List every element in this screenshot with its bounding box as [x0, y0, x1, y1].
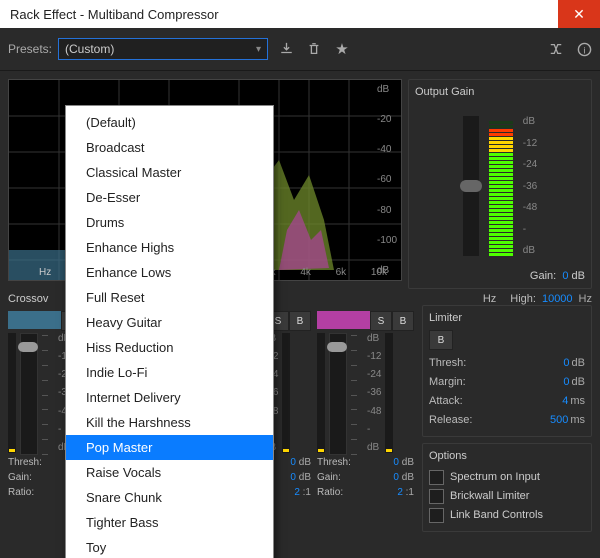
option-spectrum-on-input[interactable]: Spectrum on Input: [429, 468, 585, 487]
output-gain-value[interactable]: 0: [562, 270, 568, 282]
band-ratio-value[interactable]: 2: [294, 487, 300, 498]
preset-selected-value: (Custom): [65, 42, 114, 56]
band-ratio-label: Ratio:: [317, 485, 343, 500]
preset-option[interactable]: Raise Vocals: [66, 460, 273, 485]
option-link-band-controls[interactable]: Link Band Controls: [429, 506, 585, 525]
band-gain-meter: [385, 333, 393, 453]
preset-select[interactable]: (Custom) ▾: [58, 38, 268, 60]
output-meter: [489, 116, 513, 256]
options-panel: Options Spectrum on InputBrickwall Limit…: [422, 443, 592, 532]
preset-option[interactable]: Tighter Bass: [66, 510, 273, 535]
band-solo-button[interactable]: S: [370, 311, 392, 331]
band-gain-label: Gain:: [8, 470, 32, 485]
preset-option[interactable]: Full Reset: [66, 285, 273, 310]
band-bypass-button[interactable]: B: [289, 311, 311, 331]
band-ratio-label: Ratio:: [8, 485, 34, 500]
band-threshold-slider[interactable]: [20, 333, 38, 455]
preset-option[interactable]: Enhance Highs: [66, 235, 273, 260]
limiter-key: Release:: [429, 411, 472, 430]
preset-option[interactable]: Drums: [66, 210, 273, 235]
spectrum-db-scale: dB -20-40 -60-80 -100dB: [377, 80, 397, 280]
band-thresh-label: Thresh:: [317, 455, 351, 470]
close-button[interactable]: ✕: [558, 0, 600, 28]
band-thresh-label: Thresh:: [8, 455, 42, 470]
delete-preset-icon[interactable]: [306, 41, 322, 57]
band-gain-value[interactable]: 0: [393, 472, 399, 483]
crossover-high-value[interactable]: 10000: [542, 293, 573, 305]
info-icon[interactable]: i: [576, 41, 592, 57]
band-input-meter: [317, 333, 325, 453]
band-bypass-button[interactable]: B: [392, 311, 414, 331]
chevron-down-icon: ▾: [256, 44, 261, 55]
output-gain-scale: dB-12 -24-36 -48- dB: [523, 116, 537, 256]
limiter-key: Thresh:: [429, 354, 466, 373]
limiter-value[interactable]: 500: [550, 414, 568, 426]
output-gain-title: Output Gain: [415, 86, 585, 98]
band-gain-value[interactable]: 0: [290, 472, 296, 483]
preset-option[interactable]: (Default): [66, 110, 273, 135]
preset-option[interactable]: Pop Master: [66, 435, 273, 460]
crossover-label: Crossov: [8, 293, 48, 305]
close-icon: ✕: [573, 6, 585, 23]
band-scale: dB-12-24-36-48-dB: [367, 333, 381, 453]
limiter-value[interactable]: 0: [563, 376, 569, 388]
preset-option[interactable]: Toy: [66, 535, 273, 558]
output-gain-label: Gain:: [530, 270, 556, 282]
limiter-panel: Limiter B Thresh:0dBMargin:0dBAttack:4ms…: [422, 305, 592, 437]
preset-option[interactable]: Internet Delivery: [66, 385, 273, 410]
band-input-meter: [8, 333, 16, 453]
band-4: SBdB-12-24-36-48-dBThresh:0 dBGain:0 dBR…: [317, 311, 414, 532]
window-title: Rack Effect - Multiband Compressor: [10, 7, 219, 22]
options-title: Options: [429, 450, 585, 462]
presets-label: Presets:: [8, 42, 52, 56]
checkbox-icon[interactable]: [429, 508, 444, 523]
preset-option[interactable]: De-Esser: [66, 185, 273, 210]
band-color-swatch[interactable]: [8, 311, 61, 329]
band-gain-meter: [282, 333, 290, 453]
svg-text:i: i: [583, 45, 585, 55]
band-thresh-value[interactable]: 0: [290, 457, 296, 468]
preset-dropdown[interactable]: (Default)BroadcastClassical MasterDe-Ess…: [65, 105, 274, 558]
output-gain-slider[interactable]: [463, 116, 479, 256]
checkbox-icon[interactable]: [429, 470, 444, 485]
preset-option[interactable]: Indie Lo-Fi: [66, 360, 273, 385]
band-color-swatch[interactable]: [317, 311, 370, 329]
output-gain-panel: Output Gain dB-12 -24-36 -48- dB Gain: 0…: [408, 79, 592, 289]
preset-option[interactable]: Enhance Lows: [66, 260, 273, 285]
band-gain-label: Gain:: [317, 470, 341, 485]
limiter-value[interactable]: 0: [563, 357, 569, 369]
preset-option[interactable]: Classical Master: [66, 160, 273, 185]
limiter-value[interactable]: 4: [562, 395, 568, 407]
preset-option[interactable]: Snare Chunk: [66, 485, 273, 510]
option-brickwall-limiter[interactable]: Brickwall Limiter: [429, 487, 585, 506]
limiter-title: Limiter: [429, 312, 585, 324]
preset-option[interactable]: Kill the Harshness: [66, 410, 273, 435]
crossover-high-label: High:: [510, 293, 536, 305]
channel-map-icon[interactable]: [548, 41, 564, 57]
save-preset-icon[interactable]: [278, 41, 294, 57]
band-ratio-value[interactable]: 2: [397, 487, 403, 498]
limiter-bypass-button[interactable]: B: [429, 330, 453, 350]
preset-option[interactable]: Heavy Guitar: [66, 310, 273, 335]
preset-option[interactable]: Hiss Reduction: [66, 335, 273, 360]
band-threshold-slider[interactable]: [329, 333, 347, 455]
checkbox-icon[interactable]: [429, 489, 444, 504]
preset-option[interactable]: Broadcast: [66, 135, 273, 160]
limiter-key: Attack:: [429, 392, 463, 411]
favorite-icon[interactable]: ★: [334, 41, 350, 57]
limiter-key: Margin:: [429, 373, 466, 392]
band-thresh-value[interactable]: 0: [393, 457, 399, 468]
